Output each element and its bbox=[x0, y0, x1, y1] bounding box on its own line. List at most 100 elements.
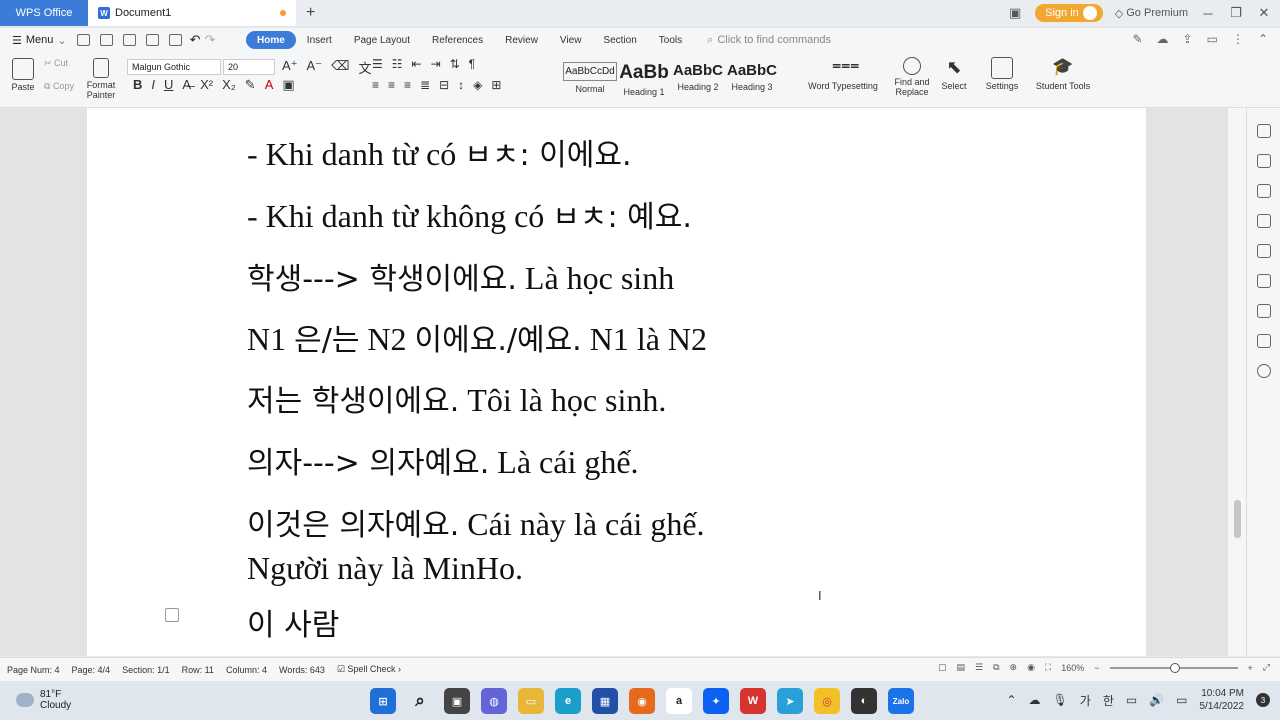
vertical-scrollbar[interactable] bbox=[1228, 108, 1246, 656]
battery-icon[interactable]: ▭ bbox=[1176, 693, 1187, 707]
align-right-icon[interactable]: ≡ bbox=[404, 78, 411, 92]
cut-button[interactable]: ✂ Cut bbox=[44, 58, 68, 69]
outline-view-icon[interactable]: ☰ bbox=[975, 662, 983, 673]
read-mode-icon[interactable]: ▢ bbox=[938, 662, 947, 673]
show-marks-icon[interactable]: ¶ bbox=[469, 57, 475, 71]
amazon-icon[interactable]: a bbox=[666, 688, 692, 714]
wps-taskbar-icon[interactable]: W bbox=[740, 688, 766, 714]
export-icon[interactable]: ⇪ bbox=[1183, 32, 1193, 46]
bullets-icon[interactable]: ☰ bbox=[372, 57, 383, 71]
tab-tools[interactable]: Tools bbox=[648, 31, 693, 49]
char-border-icon[interactable]: ▣ bbox=[282, 77, 294, 93]
tray-overflow-icon[interactable]: ⌃ bbox=[1006, 693, 1016, 707]
subscript-icon[interactable]: X₂ bbox=[222, 77, 236, 93]
start-icon[interactable]: ⊞ bbox=[370, 688, 396, 714]
strikethrough-icon[interactable]: A̶ bbox=[182, 77, 191, 93]
settings-button[interactable]: Settings bbox=[983, 57, 1021, 91]
find-replace-button[interactable]: Find and Replace bbox=[893, 57, 931, 97]
document-page[interactable]: - Khi danh từ có ㅂㅊ: 이에요. - Khi danh từ … bbox=[87, 108, 1146, 656]
print-preview-icon[interactable] bbox=[168, 34, 182, 46]
close-icon[interactable]: ✕ bbox=[1256, 5, 1272, 21]
align-center-icon[interactable]: ≡ bbox=[388, 78, 395, 92]
search-taskbar-icon[interactable]: ⌕ bbox=[407, 688, 433, 714]
clear-format-icon[interactable]: ⌫ bbox=[331, 58, 349, 77]
indent-decrease-icon[interactable]: ⇤ bbox=[412, 57, 422, 71]
comment-icon[interactable]: ▭ bbox=[1207, 32, 1218, 46]
undo-icon[interactable]: ↶ bbox=[190, 32, 201, 48]
collapse-ribbon-icon[interactable]: ⌃ bbox=[1258, 32, 1268, 46]
paste-button[interactable]: Paste bbox=[8, 58, 38, 92]
spell-check-button[interactable]: ☑ Spell Check › bbox=[337, 664, 401, 675]
indent-increase-icon[interactable]: ⇥ bbox=[431, 57, 441, 71]
task-view-icon[interactable]: ▣ bbox=[444, 688, 470, 714]
scrollbar-thumb[interactable] bbox=[1234, 500, 1241, 538]
bold-icon[interactable]: B bbox=[133, 77, 142, 93]
export-pdf-icon[interactable] bbox=[122, 34, 136, 46]
eye-protect-icon[interactable]: ◉ bbox=[1027, 662, 1035, 673]
justify-icon[interactable]: ≣ bbox=[420, 78, 430, 92]
highlight-icon[interactable]: ✎ bbox=[245, 77, 256, 93]
status-words[interactable]: Words: 643 bbox=[279, 665, 325, 675]
underline-icon[interactable]: U bbox=[164, 77, 173, 93]
window-layout-icon[interactable]: ▣ bbox=[1007, 5, 1023, 21]
network-icon[interactable]: ▭ bbox=[1126, 693, 1137, 707]
save-icon[interactable] bbox=[99, 34, 113, 46]
more-icon[interactable]: ⋮ bbox=[1232, 32, 1244, 46]
new-tab-button[interactable]: + bbox=[306, 4, 315, 22]
zoom-out-icon[interactable]: − bbox=[1094, 663, 1099, 673]
lock-icon[interactable] bbox=[1256, 184, 1271, 198]
command-search[interactable]: ⌕ Click to find commands bbox=[707, 34, 831, 47]
align-left-icon[interactable]: ≡ bbox=[372, 78, 379, 92]
distribute-icon[interactable]: ⊟ bbox=[439, 78, 449, 92]
file-explorer-icon[interactable]: ▭ bbox=[518, 688, 544, 714]
volume-icon[interactable]: 🔊 bbox=[1149, 693, 1164, 707]
format-painter-button[interactable]: Format Painter bbox=[85, 58, 117, 100]
open-icon[interactable] bbox=[76, 34, 90, 46]
image-tool-icon[interactable] bbox=[1256, 214, 1271, 228]
cloud-icon[interactable]: ☁ bbox=[1157, 32, 1169, 46]
tab-page-layout[interactable]: Page Layout bbox=[343, 31, 421, 49]
telegram-icon[interactable]: ➤ bbox=[777, 688, 803, 714]
italic-icon[interactable]: I bbox=[151, 77, 155, 93]
book-view-icon[interactable]: ⧉ bbox=[993, 662, 999, 673]
web-view-icon[interactable]: ⊕ bbox=[1010, 662, 1018, 673]
edit-icon[interactable] bbox=[1256, 124, 1271, 138]
shrink-font-icon[interactable]: A⁻ bbox=[307, 58, 323, 77]
sort-icon[interactable]: ⇅ bbox=[450, 57, 460, 71]
print-icon[interactable] bbox=[145, 34, 159, 46]
style-normal[interactable]: AaBbCcDd Normal bbox=[563, 56, 617, 102]
clock[interactable]: 10:04 PM 5/14/2022 bbox=[1200, 687, 1245, 713]
tab-insert[interactable]: Insert bbox=[296, 31, 343, 49]
adjust-icon[interactable] bbox=[1256, 244, 1271, 258]
minimize-icon[interactable]: ─ bbox=[1200, 6, 1216, 21]
line-spacing-icon[interactable]: ↕ bbox=[458, 78, 464, 92]
weather-widget[interactable]: 81°F Cloudy bbox=[16, 689, 71, 711]
teams-chat-icon[interactable]: ◍ bbox=[481, 688, 507, 714]
zoom-in-icon[interactable]: + bbox=[1248, 663, 1253, 673]
tab-review[interactable]: Review bbox=[494, 31, 549, 49]
zoom-slider[interactable] bbox=[1109, 662, 1238, 673]
fullscreen-icon[interactable]: ⤢ bbox=[1263, 662, 1270, 673]
copy-button[interactable]: ⧉ Copy bbox=[44, 81, 74, 92]
select-button[interactable]: ⬉ Select bbox=[938, 57, 970, 91]
tab-section[interactable]: Section bbox=[592, 31, 647, 49]
phonetic-icon[interactable]: 文 bbox=[358, 58, 371, 77]
list-panel-icon[interactable] bbox=[1256, 334, 1271, 348]
go-premium-button[interactable]: ◇ Go Premium bbox=[1115, 7, 1188, 20]
microphone-icon[interactable]: 🎙 bbox=[1053, 693, 1068, 707]
superscript-icon[interactable]: X² bbox=[200, 77, 213, 93]
edge-icon[interactable]: e bbox=[555, 688, 581, 714]
page-view-icon[interactable]: ▤ bbox=[956, 662, 965, 673]
ime-korean-label[interactable]: 가 bbox=[1080, 692, 1091, 709]
tab-view[interactable]: View bbox=[549, 31, 593, 49]
numbering-icon[interactable]: ☷ bbox=[392, 57, 403, 71]
style-heading-3[interactable]: AaBbC Heading 3 bbox=[725, 56, 779, 102]
menu-button[interactable]: Menu bbox=[26, 34, 54, 46]
firefox-icon[interactable]: ◉ bbox=[629, 688, 655, 714]
ime-hangul-label[interactable]: 한 bbox=[1103, 692, 1114, 709]
zoom-slider-knob[interactable] bbox=[1169, 662, 1180, 673]
restore-icon[interactable]: ❐ bbox=[1228, 5, 1244, 21]
document-tab[interactable]: W Document1 bbox=[88, 0, 296, 26]
font-size-select[interactable]: 20 bbox=[223, 59, 275, 75]
font-color-icon[interactable]: A bbox=[265, 77, 274, 93]
